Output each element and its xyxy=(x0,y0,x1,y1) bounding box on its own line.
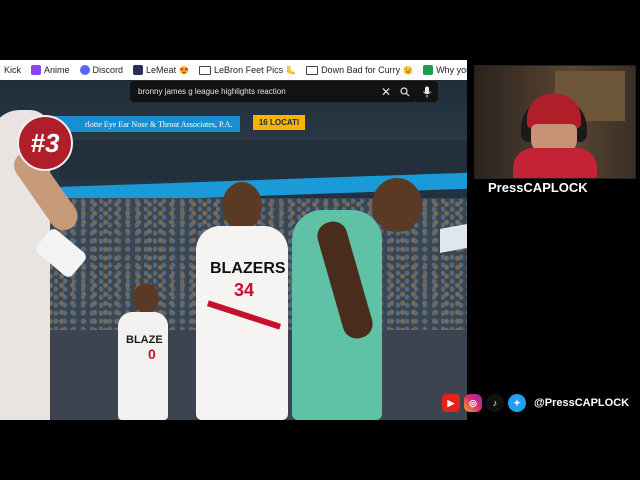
search-icon[interactable] xyxy=(394,86,416,97)
player-head xyxy=(372,178,422,232)
jersey-number: 0 xyxy=(148,346,156,362)
player-head xyxy=(133,283,159,313)
discord-icon xyxy=(79,65,90,75)
microphone-icon[interactable] xyxy=(416,86,438,98)
folder-icon xyxy=(199,66,212,75)
bookmark-kick[interactable]: Kick xyxy=(4,65,21,75)
lemeat-icon xyxy=(133,65,144,75)
bookmark-discord[interactable]: Discord xyxy=(79,65,124,75)
bookmark-label: Anime xyxy=(44,65,70,75)
led-text: 16 LOCATI xyxy=(258,118,300,127)
emoji: 😉 xyxy=(403,65,414,75)
bookmark-folder-lebron[interactable]: LeBron Feet Pics 🦶 xyxy=(199,65,296,75)
close-icon[interactable]: ✕ xyxy=(378,85,394,99)
player-bronny: BLAZE 0 xyxy=(118,312,168,420)
search-query: bronny james g league highlights reactio… xyxy=(138,87,286,96)
plus-icon xyxy=(423,65,434,75)
twitch-icon xyxy=(31,65,42,75)
emoji: 🦶 xyxy=(286,65,297,75)
bookmark-label: Why you LOOKIN xyxy=(436,65,467,75)
bookmark-lemeat[interactable]: LeMeat 😍 xyxy=(133,65,189,75)
rank-text: #3 xyxy=(30,127,60,158)
bookmark-folder-curry[interactable]: Down Bad for Curry 😉 xyxy=(306,65,413,75)
rank-badge: #3 xyxy=(17,115,73,171)
twitter-icon: ✦ xyxy=(508,394,526,412)
tiktok-icon: ♪ xyxy=(486,394,504,412)
bookmark-label: Kick xyxy=(4,65,22,75)
streamer-shirt xyxy=(513,148,597,178)
bookmark-why-you-lookin[interactable]: Why you LOOKIN xyxy=(423,65,467,75)
search-bar[interactable]: bronny james g league highlights reactio… xyxy=(130,81,438,102)
folder-icon xyxy=(306,66,319,75)
bookmark-label: LeMeat xyxy=(146,65,177,75)
arena-led-sign: 16 LOCATI xyxy=(253,115,305,130)
bookmark-label: Down Bad for Curry xyxy=(321,65,401,75)
bookmark-anime[interactable]: Anime xyxy=(31,65,70,75)
instagram-icon: ◎ xyxy=(464,394,482,412)
bookmarks-bar: Kick Anime Discord LeMeat 😍 LeBron Feet … xyxy=(0,60,467,81)
jersey-stripe xyxy=(206,300,282,330)
beanie-icon xyxy=(527,94,581,128)
jersey-team-text: BLAZE xyxy=(126,334,163,346)
webcam-feed xyxy=(474,65,636,179)
social-icons: ▶ ◎ ♪ ✦ xyxy=(442,394,530,412)
arena-led-banner: rlotte Eye Ear Nose & Throat Associates,… xyxy=(45,116,240,132)
banner-text: rlotte Eye Ear Nose & Throat Associates,… xyxy=(85,119,233,129)
bookmark-label: LeBron Feet Pics xyxy=(214,65,284,75)
jersey-team-text: BLAZERS xyxy=(210,260,286,277)
player-head xyxy=(222,182,262,230)
player-34: BLAZERS 34 xyxy=(196,226,288,420)
channel-name: PressCAPLOCK xyxy=(488,180,588,195)
bookmark-label: Discord xyxy=(92,65,124,75)
youtube-icon: ▶ xyxy=(442,394,460,412)
jersey-number: 34 xyxy=(234,280,255,300)
social-handle: @PressCAPLOCK xyxy=(534,397,630,409)
emoji: 😍 xyxy=(179,65,190,75)
